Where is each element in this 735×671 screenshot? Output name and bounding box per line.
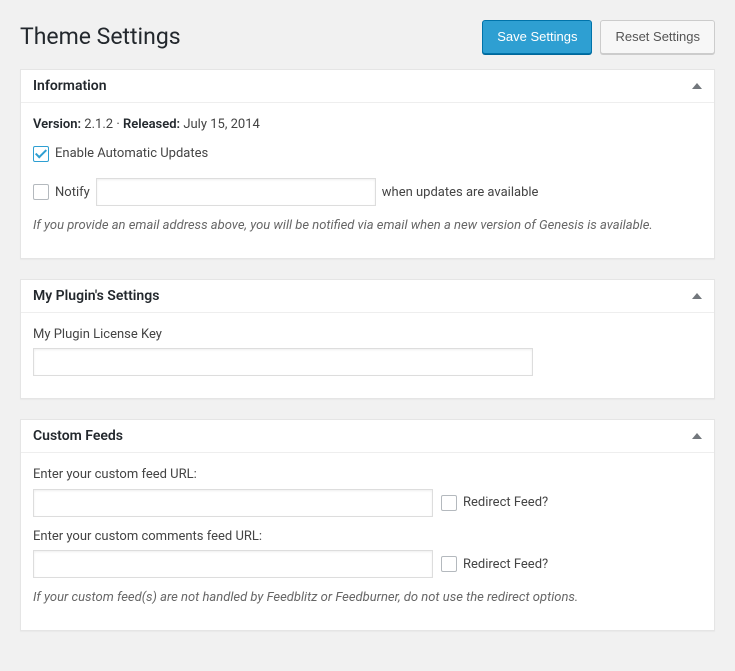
feed-url-input[interactable]: [33, 489, 433, 517]
information-header[interactable]: Information: [21, 70, 714, 103]
information-box: Information Version: 2.1.2 · Released: J…: [20, 69, 715, 259]
header-buttons: Save Settings Reset Settings: [482, 20, 715, 54]
notify-checkbox[interactable]: [33, 184, 49, 200]
my-plugin-box: My Plugin's Settings My Plugin License K…: [20, 279, 715, 400]
auto-updates-label[interactable]: Enable Automatic Updates: [33, 144, 208, 164]
notify-label[interactable]: Notify: [33, 183, 90, 203]
redirect-feed-text: Redirect Feed?: [463, 493, 548, 513]
version-info: Version: 2.1.2 · Released: July 15, 2014: [33, 115, 702, 135]
redirect-comments-feed-checkbox[interactable]: [441, 556, 457, 572]
comments-feed-url-label: Enter your custom comments feed URL:: [33, 529, 262, 544]
notify-description: If you provide an email address above, y…: [33, 216, 702, 236]
notify-text: Notify: [55, 183, 90, 203]
collapse-icon[interactable]: [692, 83, 702, 89]
redirect-comments-feed-label[interactable]: Redirect Feed?: [441, 555, 548, 575]
feed-url-label: Enter your custom feed URL:: [33, 467, 197, 482]
my-plugin-header[interactable]: My Plugin's Settings: [21, 280, 714, 313]
license-key-input[interactable]: [33, 348, 533, 376]
notify-email-input[interactable]: [96, 178, 376, 206]
page-title: Theme Settings: [20, 22, 181, 52]
version-label: Version:: [33, 117, 81, 132]
license-key-label: My Plugin License Key: [33, 327, 162, 342]
custom-feeds-header[interactable]: Custom Feeds: [21, 420, 714, 453]
redirect-comments-feed-text: Redirect Feed?: [463, 555, 548, 575]
collapse-icon[interactable]: [692, 433, 702, 439]
version-value: 2.1.2: [84, 117, 113, 132]
redirect-feed-checkbox[interactable]: [441, 495, 457, 511]
auto-updates-text: Enable Automatic Updates: [55, 144, 208, 164]
notify-suffix: when updates are available: [382, 183, 539, 203]
reset-settings-button[interactable]: Reset Settings: [600, 20, 715, 54]
custom-feeds-description: If your custom feed(s) are not handled b…: [33, 588, 702, 608]
comments-feed-url-input[interactable]: [33, 550, 433, 578]
released-label: Released:: [123, 117, 180, 132]
released-value: July 15, 2014: [183, 117, 260, 132]
custom-feeds-title: Custom Feeds: [33, 428, 123, 444]
auto-updates-checkbox[interactable]: [33, 146, 49, 162]
save-settings-button[interactable]: Save Settings: [482, 20, 592, 54]
custom-feeds-box: Custom Feeds Enter your custom feed URL:…: [20, 419, 715, 631]
information-title: Information: [33, 78, 107, 94]
separator: ·: [116, 117, 119, 132]
redirect-feed-label[interactable]: Redirect Feed?: [441, 493, 548, 513]
collapse-icon[interactable]: [692, 293, 702, 299]
my-plugin-title: My Plugin's Settings: [33, 288, 159, 304]
